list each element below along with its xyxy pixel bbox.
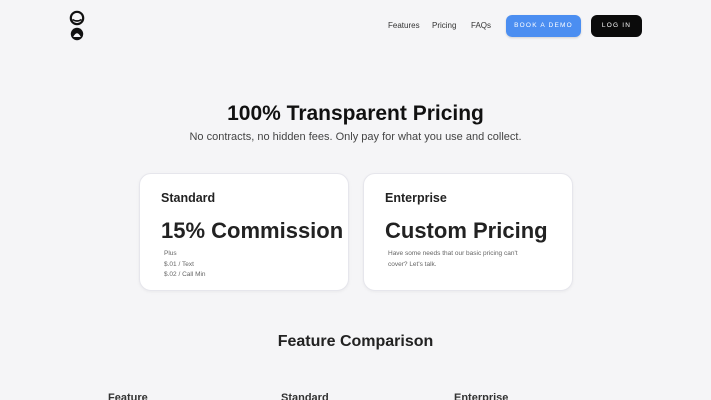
nav-faqs[interactable]: FAQs — [471, 21, 491, 30]
column-header-standard: Standard — [281, 392, 329, 400]
plan-detail-line: $.02 / Call Min — [164, 271, 206, 278]
page-subtitle: No contracts, no hidden fees. Only pay f… — [189, 131, 522, 143]
plan-detail-line: Plus — [164, 250, 177, 257]
login-button[interactable]: LOG IN — [591, 15, 642, 37]
hourglass-logo-icon[interactable] — [66, 10, 88, 42]
plan-price: Custom Pricing — [385, 218, 548, 243]
plan-details: Plus $.01 / Text $.02 / Call Min — [164, 249, 206, 281]
page-title: 100% Transparent Pricing — [227, 102, 484, 125]
nav-features[interactable]: Features — [388, 21, 420, 30]
plan-detail-line: $.01 / Text — [164, 260, 194, 268]
comparison-title: Feature Comparison — [277, 333, 434, 350]
plan-price: 15% Commission — [161, 218, 344, 243]
plan-name: Standard — [161, 191, 216, 205]
column-header-feature: Feature — [108, 392, 148, 400]
plan-name: Enterprise — [385, 191, 447, 205]
standard-plan-card: Standard 15% Commission Plus $.01 / Text… — [139, 173, 349, 291]
book-demo-button[interactable]: BOOK A DEMO — [506, 15, 581, 37]
column-header-enterprise: Enterprise — [454, 392, 509, 400]
plan-description: Have some needs that our basic pricing c… — [388, 250, 518, 268]
site-header: Features Pricing FAQs BOOK A DEMO LOG IN — [0, 0, 711, 52]
nav-pricing[interactable]: Pricing — [432, 21, 456, 30]
enterprise-plan-card: Enterprise Custom Pricing Have some need… — [363, 173, 573, 291]
